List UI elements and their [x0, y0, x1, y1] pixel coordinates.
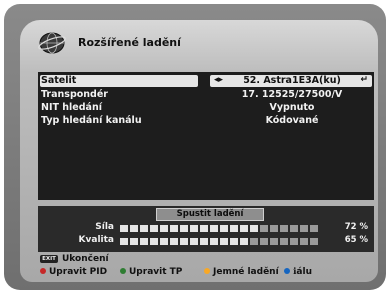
meter-segment: [210, 238, 218, 245]
meter-segment: [120, 225, 128, 232]
exit-key-icon[interactable]: EXIT: [40, 255, 58, 263]
header: Rozšířené ladění: [20, 20, 378, 64]
signal-label: Síla: [95, 222, 114, 232]
meter-segment: [160, 238, 168, 245]
meter-segment: [140, 238, 148, 245]
meter-segment: [220, 238, 228, 245]
signal-meter: [120, 225, 318, 232]
meter-segment: [160, 225, 168, 232]
quality-label: Kvalita: [78, 235, 114, 245]
meter-segment: [210, 225, 218, 232]
key-label: Jemné ladění: [213, 267, 279, 277]
blue-dot-icon: [284, 268, 290, 274]
tv-frame: Rozšířené ladění Satelit ◂▸ 52. Astra1E3…: [4, 4, 386, 290]
row-label: Typ hledání kanálu: [41, 115, 142, 126]
meter-segment: [240, 238, 248, 245]
blue-key[interactable]: ℹálu: [284, 267, 312, 278]
red-dot-icon: [40, 268, 46, 274]
tuning-panel: Rozšířené ladění Satelit ◂▸ 52. Astra1E3…: [20, 20, 378, 282]
key-label: Upravit PID: [49, 267, 108, 277]
globe-icon: [38, 32, 66, 54]
meter-segment: [200, 225, 208, 232]
meter-segment: [240, 225, 248, 232]
meter-segment: [290, 225, 298, 232]
scan-area: Spustit ladění Síla 72 % Kvalita 65 %: [38, 206, 374, 252]
row-value: 17. 12525/27500/V: [241, 89, 343, 100]
quality-meter: [120, 238, 318, 245]
meter-segment: [180, 238, 188, 245]
meter-segment: [200, 238, 208, 245]
red-key-upravit-pid[interactable]: Upravit PID: [40, 267, 107, 278]
meter-segment: [230, 225, 238, 232]
meter-segment: [140, 225, 148, 232]
menu-row-transponder[interactable]: Transpondér 17. 12525/27500/V: [38, 89, 374, 101]
meter-segment: [130, 225, 138, 232]
settings-menu: Satelit ◂▸ 52. Astra1E3A(ku) ↵ Transpond…: [38, 72, 374, 200]
meter-segment: [280, 238, 288, 245]
page-title: Rozšířené ladění: [78, 36, 181, 49]
meter-segment: [170, 225, 178, 232]
menu-row-satellite[interactable]: Satelit ◂▸ 52. Astra1E3A(ku) ↵: [38, 75, 374, 87]
meter-segment: [190, 225, 198, 232]
meter-segment: [300, 225, 308, 232]
key-label: Upravit TP: [129, 267, 183, 277]
meter-segment: [150, 225, 158, 232]
meter-segment: [180, 225, 188, 232]
row-label: Transpondér: [41, 89, 108, 100]
row-label: Satelit: [41, 75, 77, 86]
meter-segment: [290, 238, 298, 245]
meter-segment: [250, 225, 258, 232]
meter-segment: [250, 238, 258, 245]
meter-segment: [230, 238, 238, 245]
menu-row-nit-search[interactable]: NIT hledání Vypnuto: [38, 102, 374, 114]
meter-segment: [130, 238, 138, 245]
meter-segment: [280, 225, 288, 232]
menu-row-channel-type[interactable]: Typ hledání kanálu Kódované: [38, 115, 374, 127]
enter-icon: ↵: [360, 75, 368, 85]
signal-percent: 72 %: [344, 222, 368, 232]
meter-segment: [270, 225, 278, 232]
row-value: 52. Astra1E3A(ku): [243, 75, 341, 86]
key-label: ℹálu: [293, 267, 312, 277]
footer: EXIT Ukončení Upravit PID Upravit TP Jem…: [38, 254, 374, 280]
yellow-key-jemne-ladeni[interactable]: Jemné ladění: [204, 267, 279, 278]
meter-segment: [170, 238, 178, 245]
meter-segment: [310, 238, 318, 245]
start-scan-button[interactable]: Spustit ladění: [156, 208, 264, 221]
meter-segment: [120, 238, 128, 245]
row-value: Kódované: [265, 115, 319, 126]
meter-segment: [190, 238, 198, 245]
yellow-dot-icon: [204, 268, 210, 274]
meter-segment: [220, 225, 228, 232]
row-label: NIT hledání: [41, 102, 102, 113]
meter-segment: [300, 238, 308, 245]
exit-label: Ukončení: [62, 254, 109, 264]
meter-segment: [260, 225, 268, 232]
meter-segment: [270, 238, 278, 245]
row-value: Vypnuto: [269, 102, 315, 113]
meter-segment: [260, 238, 268, 245]
quality-percent: 65 %: [344, 235, 368, 245]
meter-segment: [310, 225, 318, 232]
green-key-upravit-tp[interactable]: Upravit TP: [120, 267, 182, 278]
meter-segment: [150, 238, 158, 245]
green-dot-icon: [120, 268, 126, 274]
